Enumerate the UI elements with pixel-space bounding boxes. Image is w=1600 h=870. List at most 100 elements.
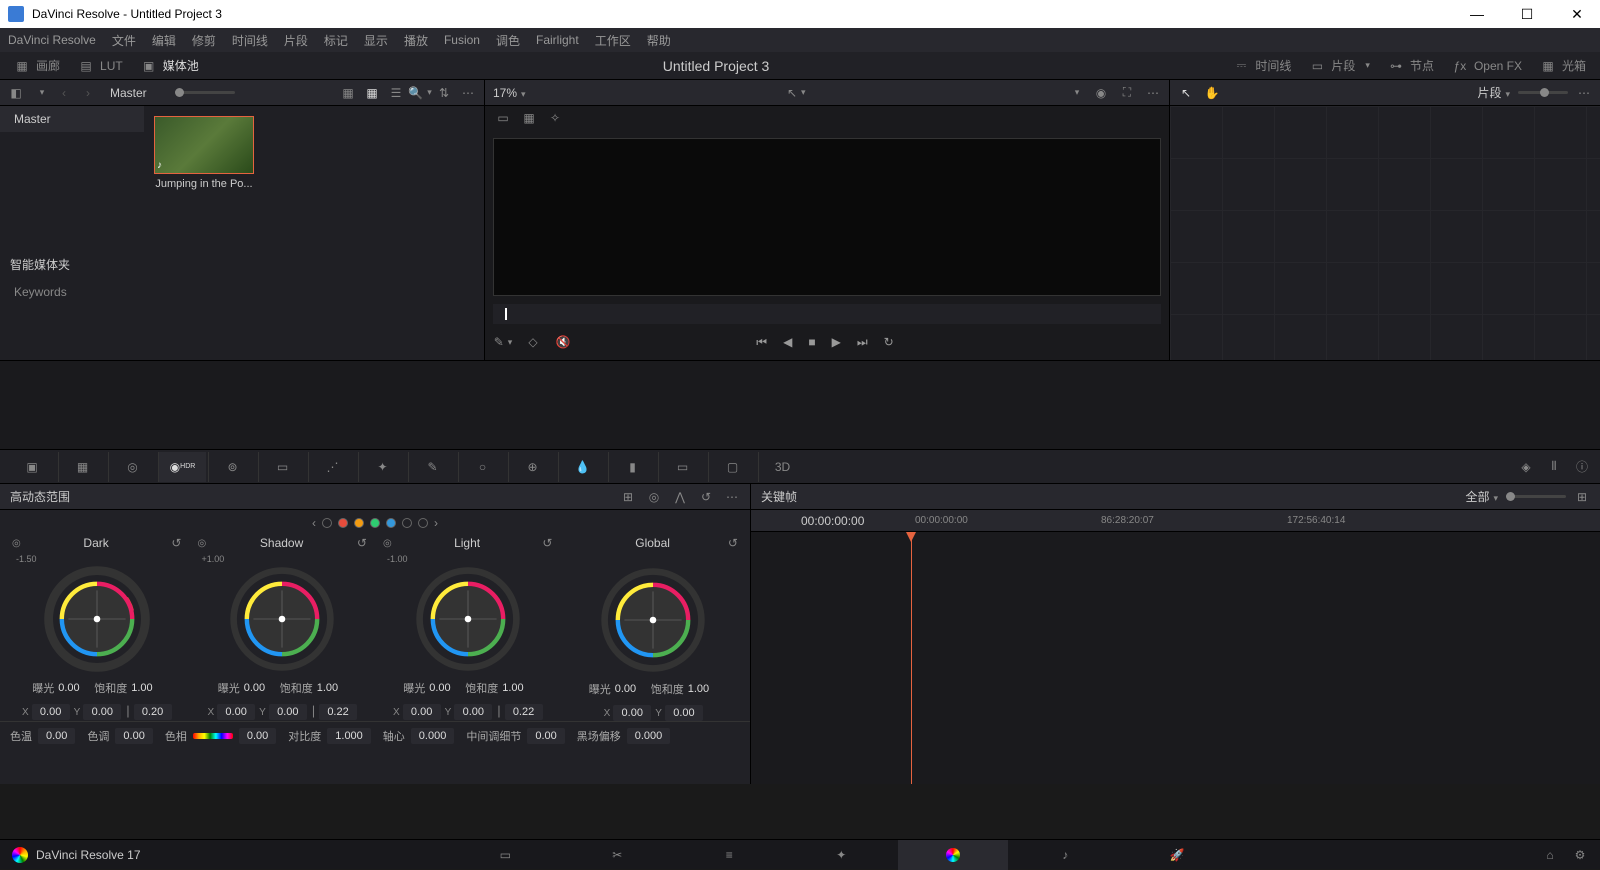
menu-timeline[interactable]: 时间线 [232, 32, 268, 49]
view-list-icon[interactable]: ☰ [388, 85, 404, 101]
page-fusion[interactable]: ✦ [786, 840, 896, 870]
menu-edit[interactable]: 编辑 [152, 32, 176, 49]
menu-file[interactable]: 文件 [112, 32, 136, 49]
eyedropper-icon[interactable]: ✎ [495, 334, 511, 350]
view-grid-icon[interactable]: ▦ [364, 85, 380, 101]
keyframe-timeline[interactable] [751, 532, 1600, 784]
palette-qualifier[interactable]: ✎ [408, 452, 456, 482]
target-icon[interactable]: ◎ [198, 538, 207, 549]
menu-color[interactable]: 调色 [496, 32, 520, 49]
hdr-options-icon[interactable]: ⋯ [724, 489, 740, 505]
color-wheel[interactable] [227, 564, 337, 674]
menu-clip[interactable]: 片段 [284, 32, 308, 49]
sidebar-toggle-icon[interactable]: ◧ [8, 85, 24, 101]
project-settings-icon[interactable]: ⚙ [1572, 847, 1588, 863]
viewer-zoom[interactable]: 17% [493, 86, 526, 100]
info-icon[interactable]: ⓘ [1574, 459, 1590, 475]
menu-workspace[interactable]: 工作区 [595, 32, 631, 49]
mute-icon[interactable]: 🔇 [555, 334, 571, 350]
target-icon[interactable]: ◎ [12, 538, 21, 549]
reset-icon[interactable]: ↺ [357, 536, 367, 550]
play-button[interactable]: ▶ [832, 335, 841, 350]
palette-hdr[interactable]: ◉HDR [158, 452, 206, 482]
menu-playback[interactable]: 播放 [404, 32, 428, 49]
hdr-dot-5[interactable] [386, 518, 396, 528]
hdr-dot-3[interactable] [354, 518, 364, 528]
hand-tool-icon[interactable]: ✋ [1204, 85, 1220, 101]
viewer-canvas[interactable] [493, 138, 1161, 296]
hue-gradient[interactable] [193, 733, 233, 739]
nodes-toggle[interactable]: ⊶节点 [1388, 57, 1434, 74]
contrast-value[interactable]: 1.000 [327, 728, 371, 744]
palette-blur[interactable]: ▮ [608, 452, 656, 482]
color-wheel[interactable] [413, 564, 523, 674]
lightbox-toggle[interactable]: ▦光箱 [1540, 57, 1586, 74]
hdr-next-icon[interactable]: › [434, 516, 438, 530]
palette-key[interactable]: ▭ [658, 452, 706, 482]
viewer-mode-icon[interactable] [1067, 85, 1083, 101]
breadcrumb[interactable]: Master [110, 86, 147, 100]
hdr-prev-icon[interactable]: ‹ [312, 516, 316, 530]
palette-window[interactable]: ○ [458, 452, 506, 482]
menu-view[interactable]: 显示 [364, 32, 388, 49]
kf-expand-icon[interactable]: ⊞ [1574, 489, 1590, 505]
media-pool-toggle[interactable]: ▣媒体池 [141, 57, 199, 74]
hdr-dot-6[interactable] [402, 518, 412, 528]
page-deliver[interactable]: 🚀 [1122, 840, 1232, 870]
stop-button[interactable]: ■ [808, 335, 815, 350]
fullscreen-icon[interactable]: ⛶ [1119, 85, 1135, 101]
keyframe-playhead[interactable] [911, 532, 912, 784]
loop-button[interactable]: ↻ [884, 335, 894, 350]
scopes-icon[interactable]: ⫴ [1546, 459, 1562, 475]
page-edit[interactable]: ≡ [674, 840, 784, 870]
menu-mark[interactable]: 标记 [324, 32, 348, 49]
temp-value[interactable]: 0.00 [38, 728, 75, 744]
node-mode-dropdown[interactable]: 片段 [1477, 84, 1510, 101]
palette-tracker[interactable]: ⊕ [508, 452, 556, 482]
search-icon[interactable]: 🔍 [412, 85, 428, 101]
kf-zoom-slider[interactable] [1506, 495, 1566, 498]
page-cut[interactable]: ✂ [562, 840, 672, 870]
pivot-value[interactable]: 0.000 [411, 728, 455, 744]
palette-color-match[interactable]: ▦ [58, 452, 106, 482]
nav-fwd-icon[interactable]: › [80, 85, 96, 101]
thumb-size-slider[interactable] [175, 91, 235, 94]
tint-value[interactable]: 0.00 [115, 728, 152, 744]
prev-frame-button[interactable]: ◀ [783, 335, 792, 350]
keyframe-ruler[interactable]: 00:00:00:00 00:00:00:00 86:28:20:07 172:… [751, 510, 1600, 532]
layers-icon[interactable]: ◇ [525, 334, 541, 350]
palette-sizing[interactable]: ▢ [708, 452, 756, 482]
palette-wheels[interactable]: ◎ [108, 452, 156, 482]
palette-motion[interactable]: ▭ [258, 452, 306, 482]
pool-options-icon[interactable]: ⋯ [460, 85, 476, 101]
color-wheel[interactable] [42, 564, 152, 674]
palette-warper[interactable]: ✦ [358, 452, 406, 482]
clip-item[interactable]: ♪ Jumping in the Po... [154, 116, 254, 190]
openfx-toggle[interactable]: ƒxOpen FX [1452, 58, 1522, 74]
hdr-graph-icon[interactable]: ⋀ [672, 489, 688, 505]
menu-help[interactable]: 帮助 [647, 32, 671, 49]
viewer-pointer-icon[interactable]: ↖ [788, 85, 804, 101]
color-wheel[interactable] [598, 565, 708, 675]
gallery-toggle[interactable]: ▦画廊 [14, 57, 60, 74]
bo-value[interactable]: 0.000 [627, 728, 671, 744]
minimize-button[interactable]: — [1462, 6, 1492, 23]
page-media[interactable]: ▭ [450, 840, 560, 870]
bin-master[interactable]: Master [0, 106, 144, 132]
x-value[interactable]: 0.00 [32, 704, 70, 720]
view-thumbnail-icon[interactable]: ▦ [340, 85, 356, 101]
viewer-options-icon[interactable]: ⋯ [1145, 85, 1161, 101]
hdr-reset-icon[interactable]: ↺ [698, 489, 714, 505]
target-icon[interactable]: ◎ [383, 538, 392, 549]
keyframe-filter[interactable]: 全部 [1465, 488, 1498, 505]
hdr-zone-icon[interactable]: ◎ [646, 489, 662, 505]
viewer-scrubber[interactable] [493, 304, 1161, 324]
palette-camera-raw[interactable]: ▣ [8, 452, 56, 482]
md-value[interactable]: 0.00 [527, 728, 564, 744]
node-graph[interactable] [1170, 106, 1600, 360]
y-value[interactable]: 0.00 [83, 704, 121, 720]
menu-fairlight[interactable]: Fairlight [536, 33, 579, 47]
node-zoom-slider[interactable] [1518, 91, 1568, 94]
z-value[interactable]: 0.20 [134, 704, 172, 720]
palette-3d[interactable]: 3D [758, 452, 806, 482]
